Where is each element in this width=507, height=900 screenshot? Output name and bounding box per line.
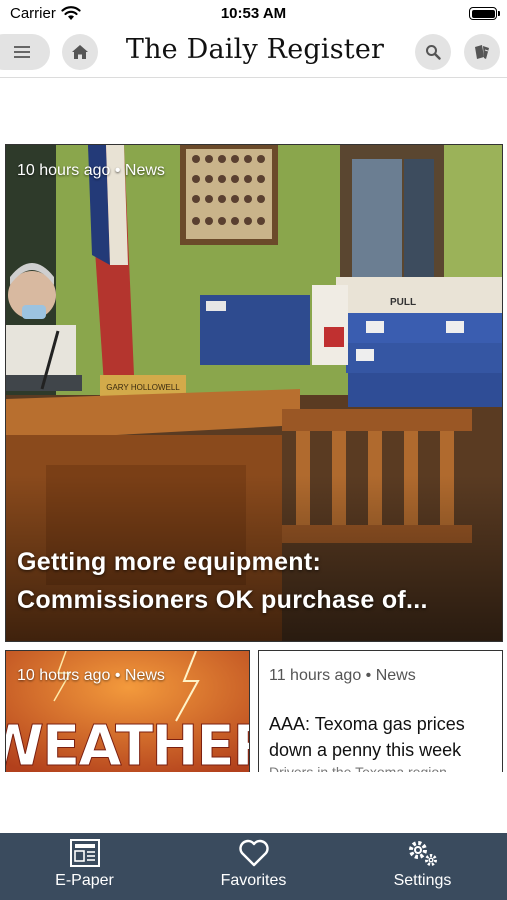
hamburger-icon <box>14 46 30 58</box>
article-card-title: AAA: Texoma gas prices down a penny this… <box>269 714 465 760</box>
article-card-snippet: Drivers in the Texoma region <box>269 764 447 772</box>
home-button[interactable] <box>62 34 98 70</box>
search-icon <box>426 45 441 60</box>
status-bar: Carrier 10:53 AM <box>0 0 507 28</box>
weather-graphic-text: WEATHER <box>6 714 250 772</box>
tab-epaper[interactable]: E-Paper <box>0 833 169 900</box>
epaper-icon <box>475 45 489 59</box>
status-time: 10:53 AM <box>220 5 287 22</box>
epaper-button[interactable] <box>464 34 500 70</box>
tab-favorites[interactable]: Favorites <box>169 833 338 900</box>
battery-icon <box>469 7 500 20</box>
article-card-gas-prices[interactable]: 11 hours ago • News AAA: Texoma gas pric… <box>258 650 503 772</box>
heart-icon <box>238 839 269 867</box>
featured-article-meta: 10 hours ago • News <box>17 162 165 179</box>
tab-settings[interactable]: Settings <box>338 833 507 900</box>
home-icon <box>72 45 88 59</box>
article-card-weather[interactable]: WEATHER 10 hours ago • News <box>5 650 250 772</box>
featured-article-title: Getting more equipment: Commissioners OK… <box>17 548 428 614</box>
tab-label: Settings <box>393 872 452 889</box>
bottom-tab-bar: E-Paper Favorites Settings <box>0 833 507 900</box>
article-card-meta: 11 hours ago • News <box>269 667 416 684</box>
nameplate-text: GARY HOLLOWELL <box>106 383 180 392</box>
article-card-meta: 10 hours ago • News <box>17 667 165 684</box>
app-header: The Daily Register <box>0 28 507 78</box>
featured-article[interactable]: PULL GARY HOLLOWELL 10 hours ago • News … <box>5 144 503 642</box>
tab-label: Favorites <box>220 872 287 889</box>
box-label: PULL <box>390 297 416 308</box>
masthead-title: The Daily Register <box>125 34 385 65</box>
newspaper-icon <box>69 839 100 867</box>
search-button[interactable] <box>415 34 451 70</box>
menu-button[interactable] <box>0 34 50 70</box>
gears-icon <box>408 841 437 866</box>
tab-label: E-Paper <box>55 872 114 889</box>
